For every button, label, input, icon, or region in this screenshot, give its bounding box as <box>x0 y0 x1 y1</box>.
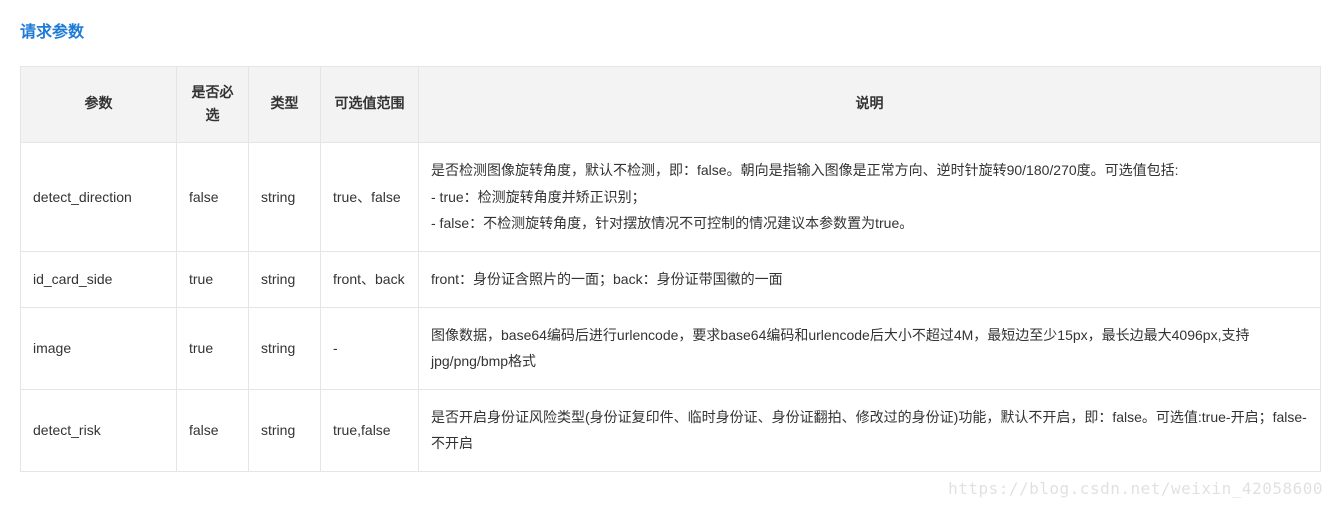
table-row: imagetruestring-图像数据，base64编码后进行urlencod… <box>21 307 1321 389</box>
cell-required: false <box>177 389 249 471</box>
desc-line: - true：检测旋转角度并矫正识别； <box>431 184 1308 211</box>
cell-range: - <box>321 307 419 389</box>
cell-desc: 是否开启身份证风险类型(身份证复印件、临时身份证、身份证翻拍、修改过的身份证)功… <box>419 389 1321 471</box>
cell-range: front、back <box>321 251 419 307</box>
watermark-text: https://blog.csdn.net/weixin_42058600 <box>948 476 1323 502</box>
table-row: id_card_sidetruestringfront、back front：身份… <box>21 251 1321 307</box>
cell-range: true,false <box>321 389 419 471</box>
table-body: detect_directionfalsestringtrue、false是否检… <box>21 143 1321 472</box>
section-title: 请求参数 <box>20 20 1321 46</box>
header-param: 参数 <box>21 66 177 143</box>
table-header-row: 参数 是否必选 类型 可选值范围 说明 <box>21 66 1321 143</box>
cell-type: string <box>249 389 321 471</box>
cell-param: image <box>21 307 177 389</box>
cell-param: detect_direction <box>21 143 177 252</box>
cell-required: false <box>177 143 249 252</box>
cell-desc: 是否检测图像旋转角度，默认不检测，即：false。朝向是指输入图像是正常方向、逆… <box>419 143 1321 252</box>
cell-required: true <box>177 307 249 389</box>
desc-line: 是否检测图像旋转角度，默认不检测，即：false。朝向是指输入图像是正常方向、逆… <box>431 157 1308 184</box>
cell-type: string <box>249 307 321 389</box>
cell-type: string <box>249 143 321 252</box>
desc-line: - false：不检测旋转角度，针对摆放情况不可控制的情况建议本参数置为true… <box>431 210 1308 237</box>
cell-type: string <box>249 251 321 307</box>
table-row: detect_riskfalsestringtrue,false是否开启身份证风… <box>21 389 1321 471</box>
header-required: 是否必选 <box>177 66 249 143</box>
desc-line: 是否开启身份证风险类型(身份证复印件、临时身份证、身份证翻拍、修改过的身份证)功… <box>431 404 1308 457</box>
header-range: 可选值范围 <box>321 66 419 143</box>
params-table: 参数 是否必选 类型 可选值范围 说明 detect_directionfals… <box>20 66 1321 472</box>
cell-param: detect_risk <box>21 389 177 471</box>
cell-desc: 图像数据，base64编码后进行urlencode，要求base64编码和url… <box>419 307 1321 389</box>
header-desc: 说明 <box>419 66 1321 143</box>
cell-range: true、false <box>321 143 419 252</box>
desc-line: 图像数据，base64编码后进行urlencode，要求base64编码和url… <box>431 322 1308 375</box>
header-type: 类型 <box>249 66 321 143</box>
desc-line: front：身份证含照片的一面；back：身份证带国徽的一面 <box>431 266 1308 293</box>
cell-param: id_card_side <box>21 251 177 307</box>
cell-desc: front：身份证含照片的一面；back：身份证带国徽的一面 <box>419 251 1321 307</box>
cell-required: true <box>177 251 249 307</box>
table-row: detect_directionfalsestringtrue、false 是否检… <box>21 143 1321 252</box>
